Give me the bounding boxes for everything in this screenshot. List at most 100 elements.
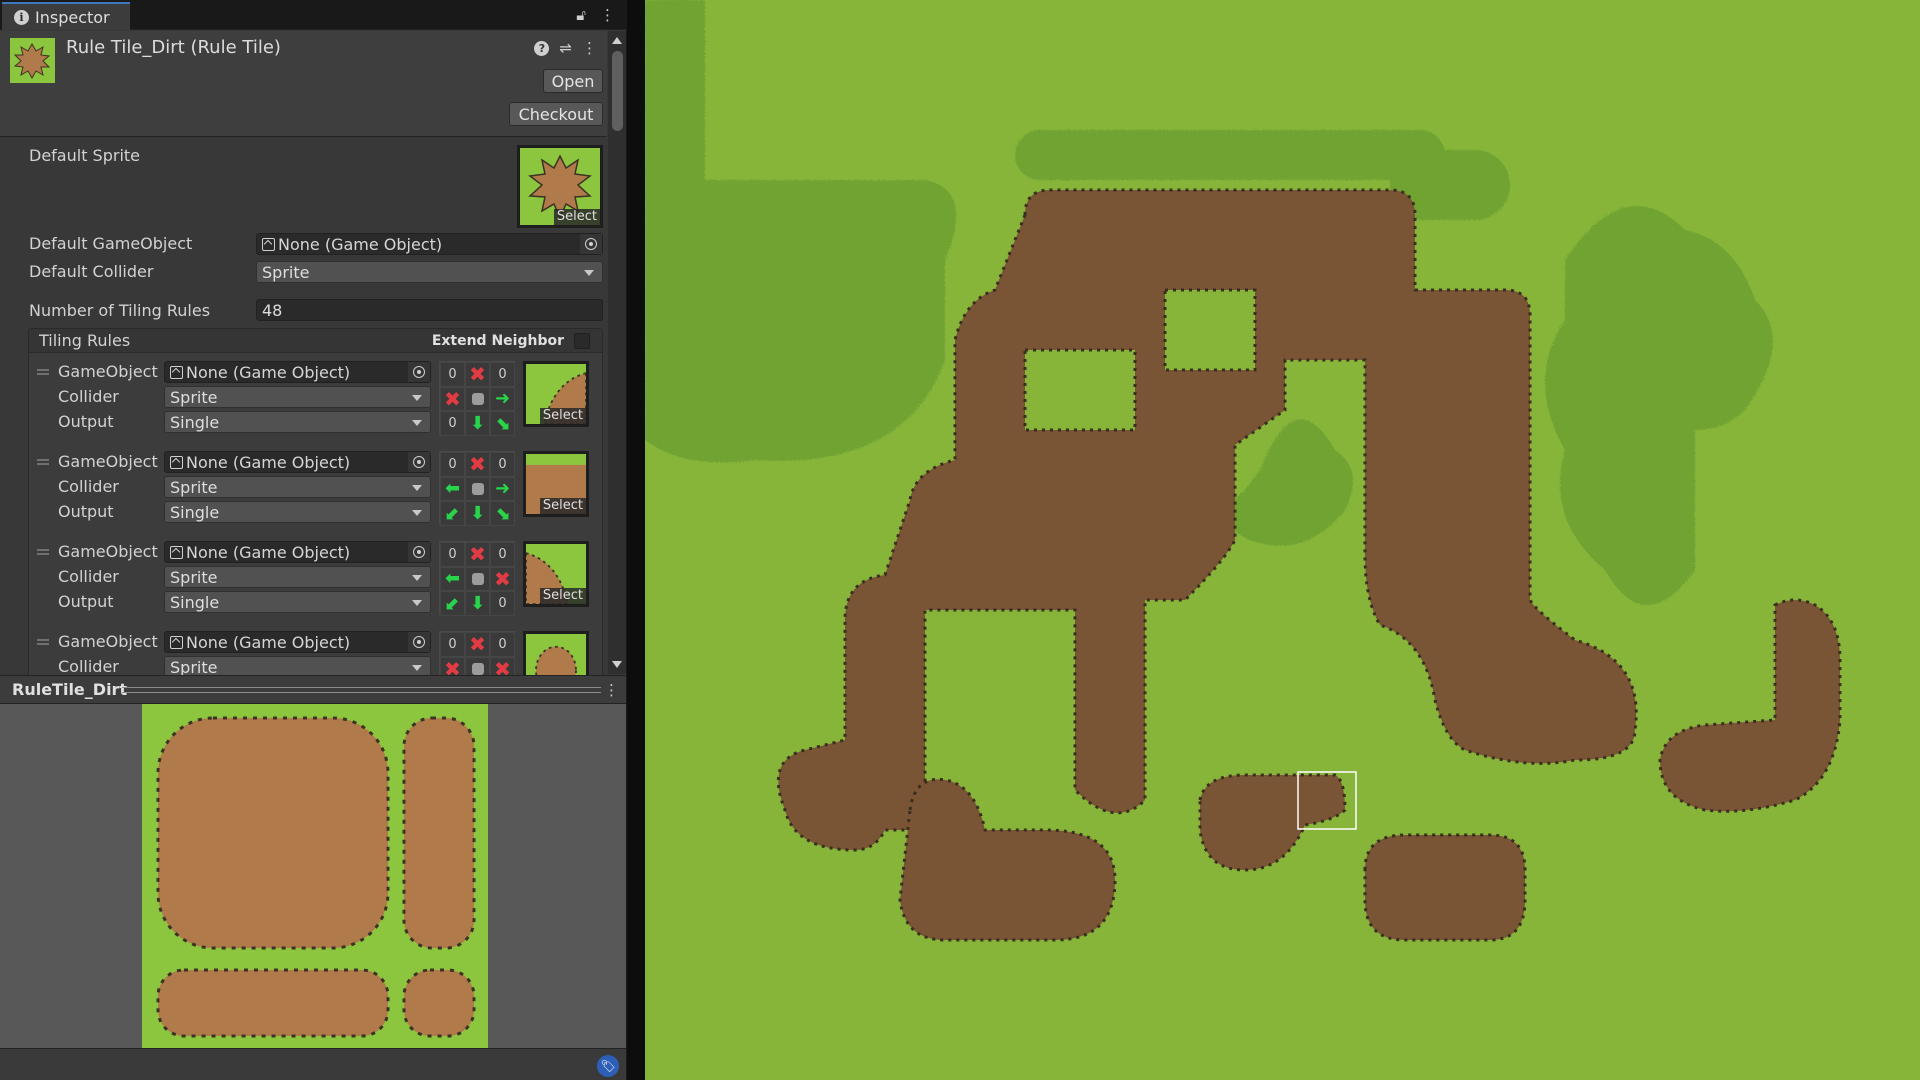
- neighbor-rule-grid[interactable]: 0 ✖ 0 ✖ ✖: [439, 631, 515, 675]
- rule-collider-dropdown[interactable]: Sprite: [164, 476, 431, 498]
- tiling-rules-title: Tiling Rules: [39, 331, 131, 350]
- scrollbar-thumb[interactable]: [612, 51, 623, 131]
- neighbor-rule-grid[interactable]: 0 ✖ 0 ⬅ ➜ ⬋ ⬇ ⬊: [439, 451, 515, 526]
- object-picker-icon[interactable]: [408, 452, 430, 472]
- ignore-icon[interactable]: 0: [440, 362, 465, 387]
- rule-gameobject-field[interactable]: None (Game Object): [164, 361, 431, 383]
- rule-sprite-field[interactable]: Select: [523, 361, 589, 427]
- default-collider-value: Sprite: [262, 262, 310, 282]
- rule-gameobject-field[interactable]: None (Game Object): [164, 541, 431, 563]
- tab-bar: i Inspector 🔓︎ ⋮: [0, 0, 626, 30]
- ignore-icon[interactable]: 0: [490, 542, 515, 567]
- rule-collider-label: Collider: [58, 567, 119, 586]
- ignore-icon[interactable]: 0: [440, 632, 465, 657]
- object-picker-icon[interactable]: [408, 542, 430, 562]
- ignore-icon[interactable]: 0: [490, 452, 515, 477]
- tilemap-canvas[interactable]: [645, 0, 1920, 1080]
- ignore-icon[interactable]: 0: [490, 591, 515, 616]
- neighbor-rule-grid[interactable]: 0 ✖ 0 ✖ ➜ 0 ⬇ ⬊: [439, 361, 515, 436]
- ignore-icon[interactable]: 0: [440, 452, 465, 477]
- rule-collider-dropdown[interactable]: Sprite: [164, 566, 431, 588]
- rule-sprite-field[interactable]: Select: [523, 631, 589, 675]
- preview-resize-handle[interactable]: [122, 687, 601, 693]
- select-label[interactable]: Select: [553, 209, 600, 225]
- not-neighbor-x-icon[interactable]: ✖: [465, 362, 490, 387]
- rule-gameobject-field[interactable]: None (Game Object): [164, 451, 431, 473]
- center-tile-icon[interactable]: [465, 476, 490, 501]
- arrow-down-right-icon[interactable]: ⬊: [490, 501, 515, 526]
- preview-header: RuleTile_Dirt ⋮: [0, 675, 626, 704]
- cube-icon: [170, 545, 183, 559]
- rule-collider-value: Sprite: [170, 477, 218, 497]
- arrow-right-icon[interactable]: ➜: [490, 386, 515, 411]
- drag-handle-icon[interactable]: [37, 459, 49, 465]
- open-button[interactable]: Open: [543, 69, 603, 93]
- select-label[interactable]: Select: [539, 408, 586, 424]
- rule-gameobject-label: GameObject: [58, 542, 158, 561]
- ignore-icon[interactable]: 0: [490, 632, 515, 657]
- arrow-left-icon[interactable]: ⬅: [440, 476, 465, 501]
- tab-inspector[interactable]: i Inspector: [2, 2, 130, 30]
- more-icon[interactable]: ⋮: [582, 39, 597, 57]
- arrow-down-icon[interactable]: ⬇: [465, 591, 490, 616]
- default-sprite-field[interactable]: Select: [517, 145, 603, 228]
- help-icon[interactable]: ?: [534, 40, 550, 56]
- ignore-icon[interactable]: 0: [490, 362, 515, 387]
- not-neighbor-x-icon[interactable]: ✖: [440, 656, 465, 675]
- rule-collider-dropdown[interactable]: Sprite: [164, 386, 431, 408]
- rule-collider-dropdown[interactable]: Sprite: [164, 656, 431, 675]
- rule-output-dropdown[interactable]: Single: [164, 501, 431, 523]
- arrow-down-icon[interactable]: ⬇: [465, 411, 490, 436]
- arrow-down-right-icon[interactable]: ⬊: [490, 411, 515, 436]
- ignore-icon[interactable]: 0: [440, 411, 465, 436]
- not-neighbor-x-icon[interactable]: ✖: [465, 542, 490, 567]
- extend-neighbor-checkbox[interactable]: [574, 333, 590, 349]
- not-neighbor-x-icon[interactable]: ✖: [490, 656, 515, 675]
- drag-handle-icon[interactable]: [37, 639, 49, 645]
- rule-sprite-field[interactable]: Select: [523, 451, 589, 517]
- rule-sprite-field[interactable]: Select: [523, 541, 589, 607]
- scroll-up-arrow-icon[interactable]: [612, 37, 622, 44]
- rule-gameobject-value: None (Game Object): [186, 452, 351, 472]
- object-picker-icon[interactable]: [408, 362, 430, 382]
- asset-label-icon[interactable]: 🏷︎: [597, 1055, 619, 1077]
- default-gameobject-field[interactable]: None (Game Object): [256, 233, 603, 255]
- ignore-icon[interactable]: 0: [440, 542, 465, 567]
- neighbor-rule-grid[interactable]: 0 ✖ 0 ⬅ ✖ ⬋ ⬇ 0: [439, 541, 515, 616]
- checkout-button[interactable]: Checkout: [509, 102, 603, 126]
- default-collider-dropdown[interactable]: Sprite: [256, 261, 603, 283]
- not-neighbor-x-icon[interactable]: ✖: [465, 632, 490, 657]
- num-tiling-rules-input[interactable]: 48: [256, 299, 603, 321]
- settings-sliders-icon[interactable]: ⇌: [559, 39, 572, 57]
- lock-icon[interactable]: 🔓︎: [576, 6, 586, 24]
- center-tile-icon[interactable]: [465, 566, 490, 591]
- drag-handle-icon[interactable]: [37, 369, 49, 375]
- select-label[interactable]: Select: [539, 588, 586, 604]
- rule-output-dropdown[interactable]: Single: [164, 411, 431, 433]
- arrow-down-left-icon[interactable]: ⬋: [440, 591, 465, 616]
- arrow-down-icon[interactable]: ⬇: [465, 501, 490, 526]
- info-icon: i: [14, 9, 29, 25]
- not-neighbor-x-icon[interactable]: ✖: [440, 386, 465, 411]
- center-tile-icon[interactable]: [465, 386, 490, 411]
- arrow-down-left-icon[interactable]: ⬋: [440, 501, 465, 526]
- arrow-right-icon[interactable]: ➜: [490, 476, 515, 501]
- object-picker-icon[interactable]: [408, 632, 430, 652]
- rule-gameobject-value: None (Game Object): [186, 542, 351, 562]
- rule-gameobject-field[interactable]: None (Game Object): [164, 631, 431, 653]
- more-icon[interactable]: ⋮: [604, 681, 619, 699]
- drag-handle-icon[interactable]: [37, 549, 49, 555]
- scene-view[interactable]: [645, 0, 1920, 1080]
- rule-sprite-icon: [526, 634, 586, 675]
- not-neighbor-x-icon[interactable]: ✖: [465, 452, 490, 477]
- rule-output-dropdown[interactable]: Single: [164, 591, 431, 613]
- select-label[interactable]: Select: [539, 498, 586, 514]
- arrow-left-icon[interactable]: ⬅: [440, 566, 465, 591]
- not-neighbor-x-icon[interactable]: ✖: [490, 566, 515, 591]
- more-icon[interactable]: ⋮: [600, 6, 615, 24]
- scroll-down-arrow-icon[interactable]: [612, 661, 622, 668]
- panel-divider[interactable]: [627, 0, 645, 1080]
- object-picker-icon[interactable]: [580, 234, 602, 254]
- inspector-scrollbar[interactable]: [608, 31, 626, 674]
- center-tile-icon[interactable]: [465, 656, 490, 675]
